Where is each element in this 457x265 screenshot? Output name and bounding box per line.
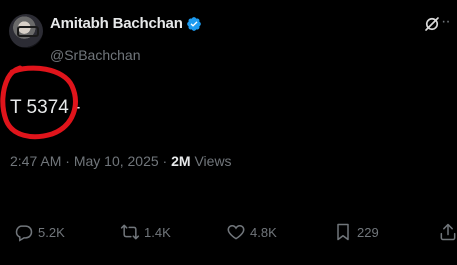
verified-badge-icon[interactable]	[186, 16, 202, 32]
repost-icon	[120, 224, 140, 240]
heart-icon	[227, 224, 245, 240]
bookmark-count: 229	[357, 224, 379, 240]
meta-separator: ·	[61, 153, 74, 169]
tweet: Amitabh Bachchan @SrBachchan ·· T 5374 -…	[0, 0, 457, 265]
tweet-text: T 5374 -	[10, 97, 81, 118]
author-name-row: Amitabh Bachchan	[50, 15, 202, 32]
like-button[interactable]: 4.8K	[226, 222, 277, 242]
bookmark-button[interactable]: 229	[333, 222, 379, 242]
views-count: 2M	[171, 153, 191, 169]
bookmark-icon	[337, 223, 349, 241]
reply-button[interactable]: 5.2K	[14, 222, 65, 242]
action-bar: 5.2K 1.4K 4.8K 229	[0, 222, 457, 252]
author-display-name[interactable]: Amitabh Bachchan	[50, 15, 183, 32]
views-label: Views	[190, 153, 232, 169]
repost-button[interactable]: 1.4K	[120, 222, 171, 242]
tweet-metadata: 2:47 AM · May 10, 2025 · 2M Views	[10, 153, 232, 169]
avatar[interactable]	[9, 14, 43, 48]
author-handle[interactable]: @SrBachchan	[50, 47, 140, 63]
like-count: 4.8K	[250, 224, 277, 240]
repost-count: 1.4K	[144, 224, 171, 240]
grok-icon[interactable]	[423, 15, 441, 33]
share-button[interactable]	[438, 222, 457, 242]
share-icon	[440, 223, 456, 241]
tweet-date[interactable]: May 10, 2025	[74, 153, 159, 169]
tweet-time[interactable]: 2:47 AM	[10, 153, 61, 169]
avatar-glasses	[17, 26, 39, 37]
reply-icon	[15, 225, 33, 242]
more-options-icon[interactable]: ··	[441, 13, 451, 31]
meta-separator: ·	[158, 153, 172, 169]
reply-count: 5.2K	[38, 224, 65, 240]
